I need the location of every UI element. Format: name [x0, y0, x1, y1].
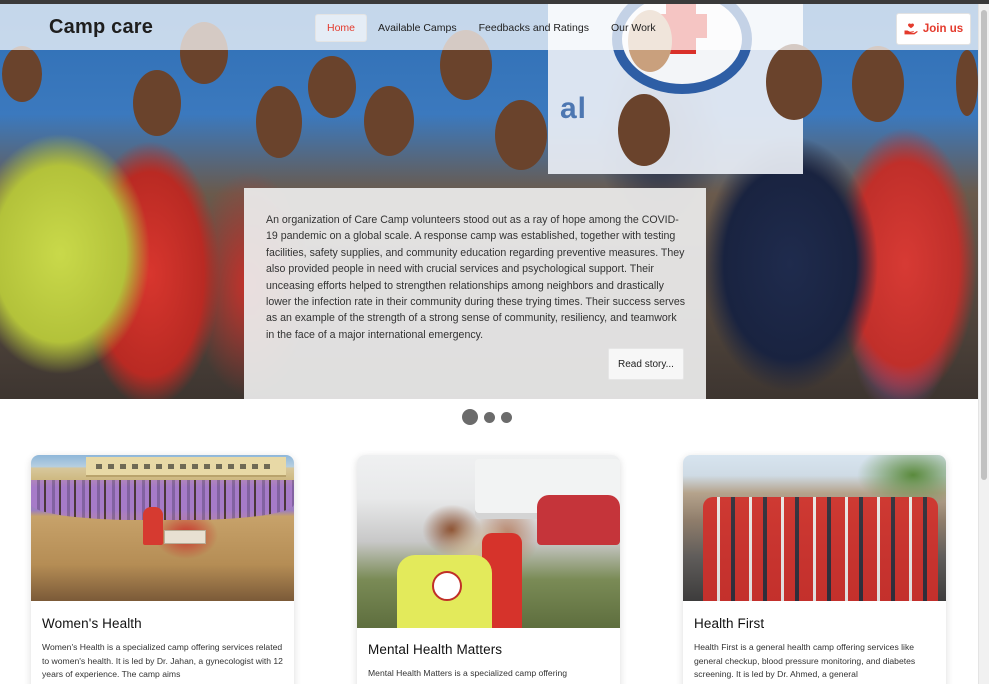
camp-card-description: Health First is a general health camp of…: [694, 642, 916, 680]
hand-holding-heart-icon: [904, 23, 918, 35]
camp-card-description: Women's Health is a specialized camp off…: [42, 642, 283, 680]
nav-available-camps[interactable]: Available Camps: [367, 15, 468, 41]
camp-card-mental-health[interactable]: Mental Health Matters Mental Health Matt…: [357, 455, 620, 684]
join-us-label: Join us: [922, 23, 964, 35]
nav-feedbacks-ratings[interactable]: Feedbacks and Ratings: [468, 15, 600, 41]
camp-card-image: [357, 455, 620, 628]
nav-our-work[interactable]: Our Work: [600, 15, 667, 41]
camp-card-image: [683, 455, 946, 601]
story-text: An organization of Care Camp volunteers …: [266, 214, 686, 341]
camp-card-health-first[interactable]: Health First Health First is a general h…: [683, 455, 946, 684]
top-navbar: Camp care Home Available Camps Feedbacks…: [0, 4, 978, 50]
carousel-dot-3[interactable]: [501, 411, 512, 423]
camp-card-title: Mental Health Matters: [368, 642, 503, 657]
carousel-dot-1[interactable]: [462, 409, 478, 425]
carousel-indicators: [462, 409, 518, 425]
join-us-button[interactable]: Join us: [896, 13, 971, 45]
camp-card-title: Women's Health: [42, 616, 142, 631]
camp-card-title: Health First: [694, 616, 765, 631]
hero-carousel: al An organization of Care Camp voluntee…: [0, 4, 978, 399]
brand-logo-text[interactable]: Camp care: [49, 16, 153, 39]
nav-home[interactable]: Home: [315, 14, 368, 42]
camp-card-image: [31, 455, 294, 601]
read-story-button[interactable]: Read story...: [608, 348, 684, 380]
camp-card-description: Mental Health Matters is a specialized c…: [368, 668, 568, 678]
story-card: An organization of Care Camp volunteers …: [244, 188, 706, 399]
page-scrollbar[interactable]: [978, 4, 989, 684]
camp-card-womens-health[interactable]: Women's Health Women's Health is a speci…: [31, 455, 294, 684]
scrollbar-thumb[interactable]: [981, 10, 987, 480]
main-nav: Home Available Camps Feedbacks and Ratin…: [315, 14, 667, 42]
carousel-dot-2[interactable]: [484, 411, 495, 423]
